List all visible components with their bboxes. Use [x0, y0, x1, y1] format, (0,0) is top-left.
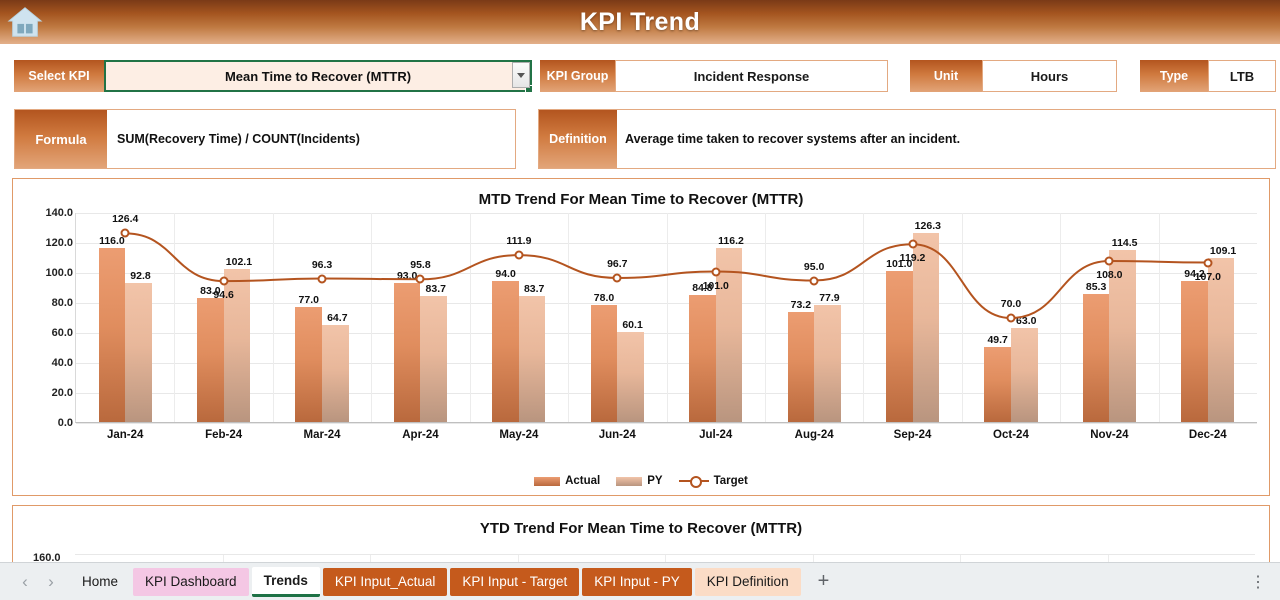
- target-marker[interactable]: [908, 239, 918, 249]
- y-tick-label: 0.0: [57, 417, 73, 429]
- x-tick-label: May-24: [499, 429, 539, 441]
- legend-item-py: PY: [616, 475, 663, 487]
- legend-label-actual: Actual: [565, 475, 601, 487]
- sheet-tab-kpi-input-target[interactable]: KPI Input - Target: [450, 567, 580, 596]
- tab-next-icon[interactable]: ›: [40, 572, 62, 592]
- definition-value: Average time taken to recover systems af…: [617, 110, 1275, 168]
- mtd-chart-panel[interactable]: MTD Trend For Mean Time to Recover (MTTR…: [12, 178, 1270, 496]
- legend-swatch-target: [678, 476, 709, 488]
- y-tick-label: 120.0: [45, 237, 73, 249]
- x-tick-label: Jul-24: [699, 429, 733, 441]
- gridline: [76, 423, 1257, 424]
- x-tick-label: Sep-24: [893, 429, 932, 441]
- target-marker[interactable]: [809, 276, 819, 285]
- formula-value: SUM(Recovery Time) / COUNT(Incidents): [107, 110, 515, 168]
- y-tick-label: 60.0: [51, 327, 73, 339]
- target-marker[interactable]: [612, 273, 622, 283]
- ytd-chart-panel[interactable]: YTD Trend For Mean Time to Recover (MTTR…: [12, 505, 1270, 565]
- target-marker[interactable]: [514, 250, 524, 260]
- definition-field: Definition Average time taken to recover…: [538, 109, 1276, 169]
- sheet-tab-kpi-dashboard[interactable]: KPI Dashboard: [133, 567, 249, 596]
- tab-nav-arrows[interactable]: ‹ ›: [0, 572, 70, 592]
- y-tick-label: 140.0: [45, 207, 73, 219]
- legend-label-py: PY: [647, 475, 663, 487]
- target-line: [125, 232, 1208, 320]
- x-tick-label: Feb-24: [205, 429, 243, 441]
- legend-swatch-actual: [534, 476, 561, 486]
- target-marker[interactable]: [711, 267, 721, 276]
- target-marker[interactable]: [1104, 256, 1114, 266]
- kpi-group-value: Incident Response: [615, 60, 888, 92]
- app-title-bar: KPI Trend: [0, 0, 1280, 44]
- x-tick-label: Apr-24: [402, 429, 439, 441]
- ytd-chart-title: YTD Trend For Mean Time to Recover (MTTR…: [479, 520, 803, 537]
- formula-field: Formula SUM(Recovery Time) / COUNT(Incid…: [14, 109, 516, 169]
- type-field: Type LTB: [1140, 60, 1276, 92]
- y-axis-labels: 0.0 20.0 40.0 60.0 80.0 100.0 120.0 140.0: [21, 207, 73, 429]
- y-tick-label: 20.0: [51, 387, 73, 399]
- sheet-tab-home[interactable]: Home: [70, 568, 130, 596]
- target-marker[interactable]: [120, 228, 130, 238]
- select-kpi-dropdown[interactable]: Mean Time to Recover (MTTR): [104, 60, 533, 93]
- legend-item-target: Target: [678, 475, 748, 488]
- mtd-chart-title: MTD Trend For Mean Time to Recover (MTTR…: [478, 191, 804, 208]
- sheet-tab-kpi-input-py[interactable]: KPI Input - PY: [582, 567, 692, 596]
- sheet-tab-kpi-definition[interactable]: KPI Definition: [694, 567, 801, 596]
- y-tick-label: 80.0: [51, 297, 73, 309]
- x-tick-label: Aug-24: [794, 429, 834, 441]
- target-marker[interactable]: [1006, 313, 1016, 323]
- x-tick-label: Jun-24: [598, 429, 636, 441]
- select-kpi-label: Select KPI: [14, 60, 104, 92]
- mtd-plot-area: 0.0 20.0 40.0 60.0 80.0 100.0 120.0 140.0 116.0…: [13, 207, 1271, 453]
- target-marker[interactable]: [219, 276, 229, 286]
- x-tick-label: Mar-24: [303, 429, 341, 441]
- add-sheet-button[interactable]: +: [804, 570, 844, 593]
- formula-label: Formula: [15, 110, 107, 168]
- x-tick-label: Jan-24: [106, 429, 144, 441]
- unit-label: Unit: [910, 60, 982, 92]
- more-options-icon[interactable]: ⋮: [1250, 572, 1266, 592]
- chart-legend: Actual PY Target: [13, 475, 1269, 488]
- x-tick-label: Nov-24: [1090, 429, 1129, 441]
- type-label: Type: [1140, 60, 1208, 92]
- target-marker[interactable]: [415, 274, 425, 284]
- x-tick-label: Dec-24: [1188, 429, 1227, 441]
- target-marker[interactable]: [317, 274, 327, 284]
- unit-field: Unit Hours: [910, 60, 1117, 92]
- target-marker[interactable]: [1203, 258, 1213, 267]
- legend-label-target: Target: [713, 475, 748, 487]
- legend-item-actual: Actual: [534, 475, 600, 487]
- selector-row: Select KPI Mean Time to Recover (MTTR) K…: [0, 60, 1280, 93]
- home-icon[interactable]: [6, 3, 44, 41]
- kpi-trend-page: KPI Trend Select KPI Mean Time to Recove…: [0, 0, 1280, 600]
- unit-value: Hours: [982, 60, 1117, 92]
- chevron-down-icon[interactable]: [512, 62, 530, 88]
- y-tick-label: 100.0: [45, 267, 73, 279]
- kpi-group-label: KPI Group: [540, 60, 615, 92]
- page-title: KPI Trend: [579, 7, 701, 36]
- tab-prev-icon[interactable]: ‹: [14, 572, 36, 592]
- tab-list: Home KPI Dashboard Trends KPI Input_Actual K…: [70, 566, 804, 597]
- type-value: LTB: [1208, 60, 1276, 92]
- definition-label: Definition: [539, 110, 617, 168]
- select-kpi-group: Select KPI Mean Time to Recover (MTTR): [14, 60, 533, 93]
- sheet-tab-kpi-input-actual[interactable]: KPI Input_Actual: [322, 567, 448, 596]
- y-tick-label: 40.0: [51, 357, 73, 369]
- legend-swatch-py: [616, 476, 643, 486]
- sheet-tab-bar: ‹ › Home KPI Dashboard Trends KPI Input_Act…: [0, 562, 1280, 600]
- kpi-group-field: KPI Group Incident Response: [540, 60, 888, 92]
- x-tick-label: Oct-24: [993, 429, 1029, 441]
- sheet-tab-trends[interactable]: Trends: [251, 566, 320, 597]
- plot-canvas: 116.0 92.8 126.4 Jan-24 83.0 102.1 94.6 Feb-24 7…: [75, 213, 1257, 441]
